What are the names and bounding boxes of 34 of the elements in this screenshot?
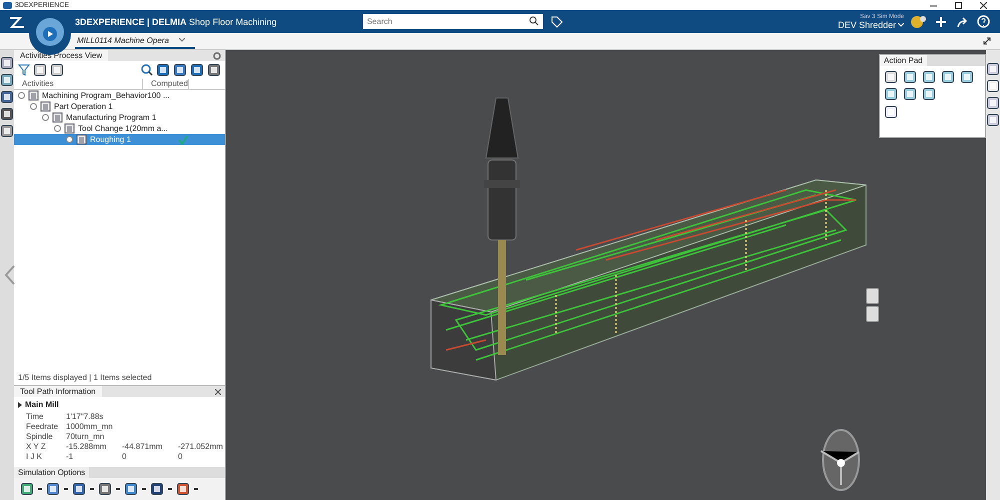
info-value: 70turn_mn xyxy=(66,432,106,441)
info-value: -44.871mm xyxy=(122,442,164,451)
info-label: X Y Z xyxy=(26,442,47,451)
tree-label: Manufacturing Program 1 xyxy=(66,113,156,122)
tree-row[interactable]: Tool Change 1(20mm a... xyxy=(14,123,225,134)
panel-title[interactable]: Action Pad xyxy=(880,55,927,66)
info-value: 1'17"7.88s xyxy=(66,412,104,421)
panel-title[interactable]: Tool Path Information xyxy=(14,386,102,397)
brand-title: 3DEXPERIENCE | DELMIA Shop Floor Machining xyxy=(75,16,277,26)
tree-row[interactable]: Manufacturing Program 1 xyxy=(14,112,225,123)
tree-label: Part Operation 1 xyxy=(54,102,113,111)
info-value: -1 xyxy=(66,452,74,461)
tree-label: Machining Program_Behavior100 ... xyxy=(42,91,170,100)
info-value: -271.052mm xyxy=(178,442,223,451)
info-label: Time xyxy=(26,412,44,421)
info-label: I J K xyxy=(26,452,44,461)
tree-row[interactable]: Part Operation 1 xyxy=(14,101,225,112)
info-value: 1000mm_mn xyxy=(66,422,114,431)
info-value: 0 xyxy=(122,452,128,461)
3d-viewport[interactable]: Action Pad xyxy=(226,50,986,500)
info-value: -15.288mm xyxy=(66,442,108,451)
tree-row[interactable]: Machining Program_Behavior100 ... xyxy=(14,90,225,101)
info-label: Feedrate xyxy=(26,422,60,431)
column-header[interactable]: Computed xyxy=(143,79,189,89)
info-label: Spindle xyxy=(26,432,54,441)
section-title[interactable]: Main Mill xyxy=(25,400,59,409)
tree-label: Tool Change 1(20mm a... xyxy=(78,124,168,133)
column-header[interactable]: Activities xyxy=(14,79,143,89)
tree-label: Roughing 1 xyxy=(90,135,131,144)
status-text: 1/5 Items displayed | 1 Items selected xyxy=(17,372,153,384)
user-name[interactable]: DEV Shredder xyxy=(838,20,896,30)
info-value: 0 xyxy=(178,452,184,461)
panel-title[interactable]: Simulation Options xyxy=(14,467,90,478)
search-field[interactable]: Search xyxy=(362,14,543,29)
